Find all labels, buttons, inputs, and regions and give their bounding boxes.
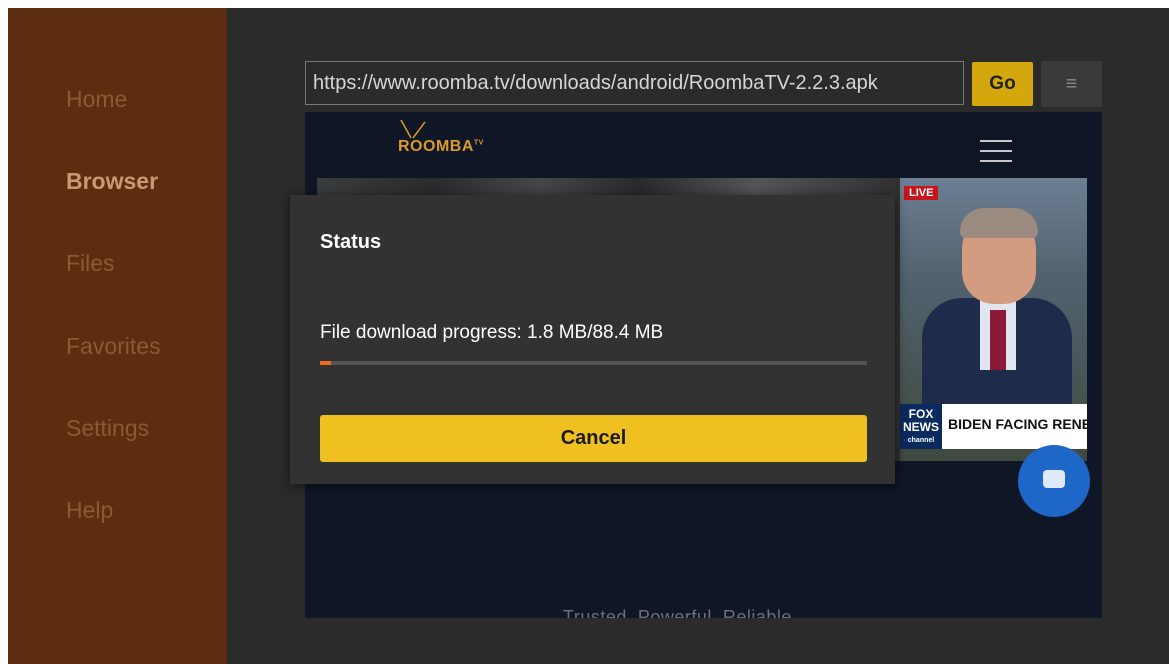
dialog-title: Status bbox=[320, 231, 382, 253]
status-dialog: Status File download progress: 1.8 MB/88… bbox=[290, 195, 895, 484]
app-screen: Home Browser Files Favorites Settings He… bbox=[8, 8, 1169, 664]
dialog-overlay: Status File download progress: 1.8 MB/88… bbox=[8, 8, 1169, 664]
download-progress-fill bbox=[320, 361, 332, 365]
cancel-button[interactable]: Cancel bbox=[320, 415, 867, 462]
download-progress-bar bbox=[320, 361, 867, 365]
download-progress-text: File download progress: 1.8 MB/88.4 MB bbox=[320, 322, 664, 343]
